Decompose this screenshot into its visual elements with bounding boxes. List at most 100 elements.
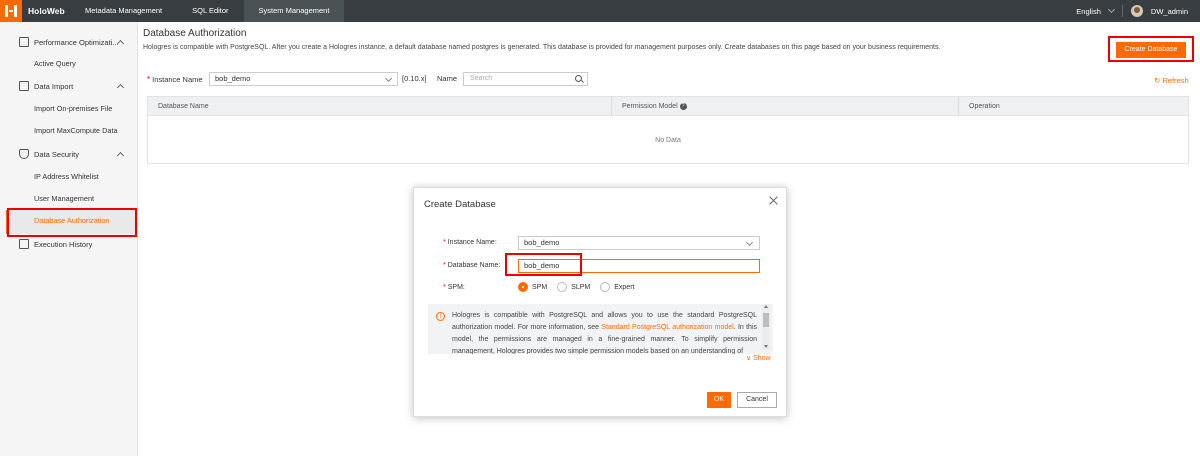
scroll-down-icon[interactable] <box>764 345 768 348</box>
highlight-box-database-name <box>505 253 582 276</box>
help-icon[interactable]: ? <box>679 102 687 110</box>
sidebar-group-label: Data Security <box>34 149 80 159</box>
empty-state: No Data <box>655 137 681 144</box>
ok-button[interactable]: OK <box>707 392 731 408</box>
search-input[interactable]: Search <box>463 72 588 86</box>
required-mark: * <box>443 262 446 269</box>
nav-sql-editor[interactable]: SQL Editor <box>177 0 243 22</box>
scrollbar-thumb[interactable] <box>763 313 769 327</box>
username[interactable]: DW_admin <box>1151 7 1188 16</box>
spm-label-text: SPM: <box>447 284 465 291</box>
info-text: Hologres is compatible with PostgreSQL a… <box>452 310 757 354</box>
database-table: Database Name Permission Model? Operatio… <box>147 96 1189 164</box>
required-mark: * <box>147 74 151 84</box>
chevron-up-icon <box>116 151 125 159</box>
required-mark: * <box>443 239 446 246</box>
page-description: Hologres is compatible with PostgreSQL. … <box>143 44 941 51</box>
sidebar-group-label: Execution History <box>34 239 93 249</box>
scroll-up-icon[interactable] <box>764 305 768 308</box>
search-icon[interactable] <box>575 75 582 82</box>
chevron-up-icon <box>116 39 125 47</box>
show-label: Show <box>753 355 771 362</box>
create-database-dialog: Create Database * Instance Name: bob_demo… <box>413 187 787 417</box>
top-bar: HoloWeb Metadata Management SQL Editor S… <box>0 0 1200 22</box>
search-placeholder: Search <box>470 75 493 82</box>
instance-name-label-text: Instance Name: <box>447 239 497 246</box>
sidebar-group-data-import[interactable]: Data Import <box>0 76 138 96</box>
refresh-icon: ↻ <box>1154 76 1161 85</box>
column-divider <box>611 97 612 116</box>
radio-label: SLPM <box>571 283 591 291</box>
close-icon[interactable] <box>768 196 778 206</box>
radio-unselected-icon <box>600 282 611 292</box>
sidebar-item-import-on-premises[interactable]: Import On-premises File <box>34 104 112 113</box>
name-label: Name <box>437 74 458 83</box>
import-icon <box>19 81 29 91</box>
column-database-name: Database Name <box>158 103 209 110</box>
sidebar-item-user-management[interactable]: User Management <box>34 194 94 203</box>
required-mark: * <box>443 284 446 291</box>
radio-selected-icon <box>518 282 528 292</box>
page-title: Database Authorization <box>143 28 247 39</box>
dialog-title: Create Database <box>424 199 496 210</box>
info-notice: ! Hologres is compatible with PostgreSQL… <box>428 304 773 354</box>
permission-model-radio-group: SPM SLPM Expert <box>518 282 634 292</box>
instance-name-value: bob_demo <box>524 238 560 247</box>
sidebar-group-execution-history[interactable]: Execution History <box>0 234 138 254</box>
chevron-down-icon: ∨ <box>746 355 752 362</box>
instance-select[interactable]: bob_demo <box>209 72 398 86</box>
radio-slpm[interactable]: SLPM <box>557 282 590 292</box>
column-operation: Operation <box>969 103 1000 110</box>
radio-unselected-icon <box>557 282 568 292</box>
top-right-controls: English DW_admin <box>1076 0 1188 22</box>
instance-filter: * Instance Name <box>147 72 203 86</box>
history-icon <box>19 239 29 249</box>
top-nav: Metadata Management SQL Editor System Ma… <box>70 0 345 22</box>
highlight-box-create <box>1108 36 1194 62</box>
chevron-down-icon <box>1107 5 1115 14</box>
refresh-button[interactable]: ↻ Refresh <box>1154 76 1189 85</box>
instance-version: [0.10.x] <box>402 74 427 83</box>
column-divider <box>958 97 959 116</box>
divider <box>1121 5 1123 17</box>
highlight-box-sidebar <box>7 208 137 237</box>
chart-icon <box>19 37 29 47</box>
sidebar-group-performance[interactable]: Performance Optimizati... <box>0 32 138 52</box>
instance-select-value: bob_demo <box>215 74 251 83</box>
shield-icon <box>19 149 29 159</box>
scrollbar[interactable] <box>762 304 770 350</box>
cancel-button[interactable]: Cancel <box>737 392 777 408</box>
radio-spm[interactable]: SPM <box>518 282 547 292</box>
sidebar-item-active-query[interactable]: Active Query <box>34 59 76 68</box>
column-permission-model-label: Permission Model <box>622 103 678 110</box>
info-icon: ! <box>436 312 445 321</box>
chevron-down-icon <box>384 74 393 83</box>
sidebar-group-label: Data Import <box>34 81 74 91</box>
nav-system-management[interactable]: System Management <box>243 0 345 22</box>
column-permission-model: Permission Model? <box>622 97 687 116</box>
instance-label: Instance Name <box>152 74 203 84</box>
language-label: English <box>1076 6 1101 16</box>
language-selector[interactable]: English <box>1076 5 1115 16</box>
sidebar-group-data-security[interactable]: Data Security <box>0 144 138 164</box>
radio-label: Expert <box>614 283 635 291</box>
sidebar-item-ip-whitelist[interactable]: IP Address Whitelist <box>34 172 99 181</box>
radio-label: SPM <box>532 283 548 291</box>
postgresql-authorization-link[interactable]: Standard PostgreSQL authorization model <box>601 324 733 331</box>
show-more-link[interactable]: ∨ Show <box>746 354 771 362</box>
table-header: Database Name Permission Model? Operatio… <box>148 97 1188 116</box>
avatar[interactable] <box>1130 5 1143 17</box>
chevron-up-icon <box>116 83 125 91</box>
database-name-label-text: Database Name: <box>447 262 501 269</box>
sidebar-group-label: Performance Optimizati... <box>34 37 119 47</box>
refresh-label: Refresh <box>1162 76 1189 85</box>
nav-metadata-management[interactable]: Metadata Management <box>70 0 177 22</box>
database-name-label: * Database Name: <box>443 262 500 269</box>
sidebar-item-import-maxcompute[interactable]: Import MaxCompute Data <box>34 126 118 135</box>
sidebar: Performance Optimizati... Active Query D… <box>0 22 138 456</box>
instance-name-label: * Instance Name: <box>443 239 497 246</box>
spm-label: * SPM: <box>443 284 465 291</box>
radio-expert[interactable]: Expert <box>600 282 634 292</box>
instance-name-select[interactable]: bob_demo <box>518 236 760 250</box>
chevron-down-icon <box>745 238 754 247</box>
